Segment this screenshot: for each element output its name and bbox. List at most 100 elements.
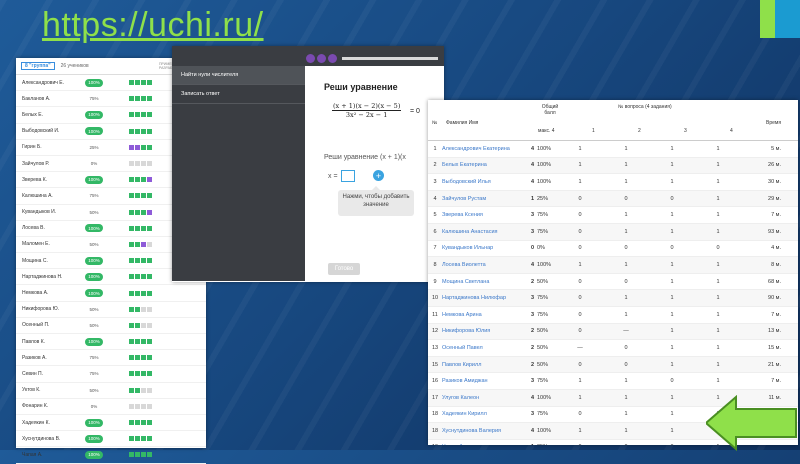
- roster-row[interactable]: Хадеякин К. 100%: [16, 415, 206, 432]
- total-score: 3: [530, 228, 534, 235]
- question-score: 1: [624, 178, 628, 185]
- task-status-square: [129, 80, 134, 86]
- student-score: 75%: [89, 355, 99, 361]
- student-link[interactable]: Хуснутдинова Валерия: [442, 428, 522, 434]
- roster-row[interactable]: Немкова А. 100%: [16, 285, 206, 302]
- roster-row[interactable]: Павлов К. 100%: [16, 334, 206, 351]
- question-score: 1: [670, 394, 674, 401]
- task-status-square: [141, 258, 146, 264]
- task-status-square: [141, 339, 146, 345]
- student-link[interactable]: Никифорова Юлия: [442, 328, 522, 334]
- question-score: 0: [578, 278, 582, 285]
- student-score: 0%: [90, 403, 98, 409]
- roster-row[interactable]: Фонарин К. 0%: [16, 399, 206, 415]
- student-name: Александрович Е.: [22, 79, 64, 86]
- student-link[interactable]: Улугов Калеон: [442, 395, 522, 401]
- question-score: 1: [670, 427, 674, 434]
- task-status: [129, 371, 152, 377]
- total-score: 2: [530, 344, 534, 351]
- student-link[interactable]: Павлов Кирилл: [442, 362, 522, 368]
- back-arrow-icon[interactable]: [706, 395, 798, 451]
- answer-input[interactable]: [340, 170, 355, 182]
- roster-row[interactable]: Уктов К. 50%: [16, 383, 206, 399]
- score-percent: 100%: [537, 162, 552, 169]
- add-value-button[interactable]: +: [373, 170, 384, 181]
- score-percent: 100%: [537, 394, 552, 401]
- score-percent: 75%: [537, 378, 549, 385]
- col-q2: 2: [638, 128, 641, 134]
- student-score: 100%: [85, 337, 103, 346]
- group-tag[interactable]: 8 "группа": [21, 62, 55, 70]
- site-url[interactable]: https://uchi.ru/: [42, 6, 264, 45]
- total-score: 4: [530, 427, 534, 434]
- student-name: Павлов К.: [22, 338, 46, 345]
- student-link[interactable]: Осенный Павел: [442, 345, 522, 351]
- task-status-square: [147, 80, 152, 86]
- student-link[interactable]: Александрович Екатерина: [442, 146, 522, 152]
- task-status: [129, 193, 152, 199]
- student-link[interactable]: Хадеякин Кирилл: [442, 411, 522, 417]
- student-name: Лосева В.: [22, 225, 45, 232]
- task-status-square: [141, 144, 146, 150]
- task-status-square: [147, 96, 152, 102]
- task-title: Реши уравнение: [324, 82, 398, 92]
- student-link[interactable]: Зайчулов Рустам: [442, 196, 522, 202]
- student-link[interactable]: Разиков Амиджан: [442, 378, 522, 384]
- student-link[interactable]: Белых Екатерина: [442, 162, 522, 168]
- question-score: 1: [578, 145, 582, 152]
- task-status-square: [147, 452, 152, 458]
- question-score: 1: [578, 261, 582, 268]
- row-number: 4: [433, 195, 437, 202]
- score-percent: 75%: [537, 228, 549, 235]
- student-link[interactable]: Немкова Арина: [442, 312, 522, 318]
- student-link[interactable]: Лосева Виолетта: [442, 262, 522, 268]
- task-status-square: [135, 274, 140, 280]
- student-link[interactable]: Мощина Светлана: [442, 279, 522, 285]
- student-count: 26 учеников: [60, 63, 89, 69]
- add-value-tooltip: Нажми, чтобы добавить значение: [338, 186, 414, 216]
- student-link[interactable]: Нартаджинова Нилюфар: [442, 295, 522, 301]
- question-score: 1: [578, 427, 582, 434]
- menu-write-answer[interactable]: Записать ответ: [172, 85, 305, 104]
- question-score: 0: [578, 245, 582, 252]
- roster-row[interactable]: Разиков А. 75%: [16, 350, 206, 367]
- question-score: 1: [716, 311, 720, 318]
- student-link[interactable]: Чапая Александра: [442, 444, 522, 445]
- task-status: [129, 290, 152, 296]
- student-score: 75%: [89, 96, 99, 102]
- menu-find-zeros[interactable]: Найти нули числителя: [172, 66, 305, 85]
- question-score: 1: [670, 212, 674, 219]
- row-number: 11: [432, 311, 438, 318]
- student-link[interactable]: Зверева Ксения: [442, 212, 522, 218]
- ready-button[interactable]: Готово: [328, 263, 360, 275]
- col-name: Фамилия Имя: [446, 120, 479, 126]
- task-status-square: [135, 290, 140, 296]
- results-row: 11 Немкова Арина 3 75% 0 1 1 1 7 м.: [428, 307, 798, 324]
- task-status-square: [129, 177, 134, 183]
- question-score: 0: [557, 444, 603, 445]
- student-link[interactable]: Кувандыков Ильнар: [442, 245, 522, 251]
- question-score: 1: [670, 178, 674, 185]
- roster-row[interactable]: Осенный П. 50%: [16, 318, 206, 334]
- student-link[interactable]: Калюшина Анастасия: [442, 229, 522, 235]
- student-name: Калюшина А.: [22, 192, 53, 199]
- task-status: [129, 225, 152, 231]
- row-number: 7: [433, 245, 437, 252]
- score-percent: 75%: [537, 311, 549, 318]
- roster-row[interactable]: Никифорова Ю. 50%: [16, 302, 206, 318]
- question-score: 1: [716, 162, 720, 169]
- task-status-square: [129, 420, 134, 426]
- task-status-square: [141, 209, 146, 215]
- score-percent: 25%: [534, 444, 557, 445]
- question-score: 0: [603, 444, 649, 445]
- student-score: 50%: [89, 387, 99, 393]
- student-link[interactable]: Выбодовский Илья: [442, 179, 522, 185]
- task-status-square: [129, 290, 134, 296]
- roster-row[interactable]: Хуснутдинова В. 100%: [16, 431, 206, 448]
- task-status-square: [135, 322, 140, 328]
- question-score: —: [623, 328, 629, 335]
- task-status-square: [135, 161, 140, 167]
- question-score: 1: [716, 212, 720, 219]
- roster-row[interactable]: Севин П. 75%: [16, 366, 206, 383]
- total-score: 3: [530, 378, 534, 385]
